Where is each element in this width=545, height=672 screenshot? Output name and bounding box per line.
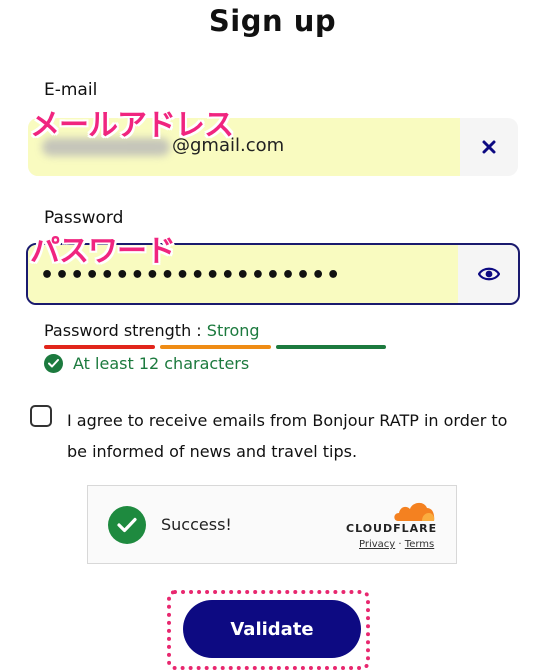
password-annotation: パスワード: [30, 234, 176, 269]
cloud-icon: [394, 502, 435, 521]
password-strength-value: Strong: [206, 321, 260, 340]
email-label: E-mail: [44, 80, 98, 100]
clear-email-button[interactable]: [460, 118, 518, 176]
terms-link[interactable]: Terms: [405, 539, 434, 550]
toggle-password-visibility-button[interactable]: [460, 245, 518, 303]
password-strength-label: Password strength :: [44, 321, 202, 340]
link-separator: ·: [398, 539, 402, 550]
eye-icon: [478, 267, 500, 281]
check-circle-icon: [44, 354, 63, 373]
page-title: Sign up: [208, 4, 337, 38]
validate-button[interactable]: Validate: [183, 600, 361, 658]
strength-bar-3: [276, 345, 386, 349]
consent-text: I agree to receive emails from Bonjour R…: [67, 411, 508, 461]
password-strength: Password strength : Strong: [44, 321, 260, 340]
captcha-links: Privacy · Terms: [359, 539, 434, 550]
strength-bar-1: [44, 345, 155, 349]
strength-bar-2: [160, 345, 271, 349]
consent-checkbox[interactable]: [30, 405, 52, 427]
cloudflare-captcha: Success! CLOUDFLARE Privacy · Terms: [87, 485, 457, 564]
password-label: Password: [44, 208, 124, 228]
close-icon: [482, 140, 496, 154]
privacy-link[interactable]: Privacy: [359, 539, 395, 550]
password-requirement-text: At least 12 characters: [73, 354, 250, 373]
email-annotation: メールアドレス: [30, 108, 234, 143]
password-requirement: At least 12 characters: [44, 354, 249, 373]
success-check-icon: [108, 506, 146, 544]
cloudflare-wordmark: CLOUDFLARE: [346, 522, 438, 535]
captcha-status: Success!: [161, 515, 232, 534]
